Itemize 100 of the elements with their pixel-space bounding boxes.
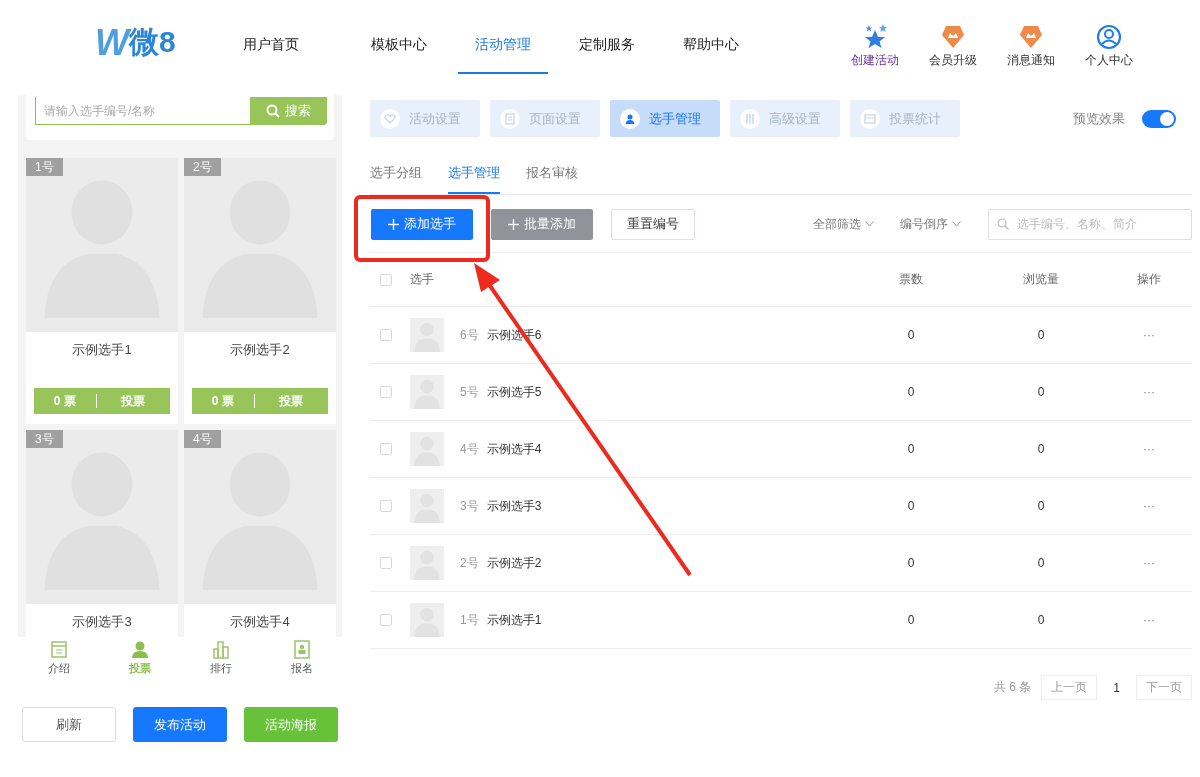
sub-tab[interactable]: 选手分组 [370,162,422,194]
refresh-button[interactable]: 刷新 [22,707,116,742]
search-icon [997,218,1009,230]
player-number: 6号 [460,326,479,344]
vote-count: 0 [907,328,915,342]
search-icon [266,104,280,118]
number-badge: 2号 [184,158,221,176]
view-count: 0 [1037,442,1045,456]
nav-link[interactable]: 模板中心 [347,11,451,74]
header-link[interactable]: 会员升级 [929,52,977,69]
badge-icon [1018,24,1044,50]
chevron-down-icon [865,221,874,227]
view-count: 0 [1037,556,1045,570]
badge-icon [940,24,966,50]
prev-page-button[interactable]: 上一页 [1041,675,1098,700]
search-field[interactable]: 请输入选手编号/名称 [35,97,250,125]
vote-count: 0 [907,442,915,456]
avatar-placeholder [410,546,444,580]
preview-switch[interactable] [1142,109,1176,128]
vote-count: 0 票 [210,392,235,410]
search-field[interactable]: 选手编号、名称、简介 [988,208,1192,240]
header-link[interactable]: 消息通知 [1007,52,1055,69]
avatar-placeholder [410,603,444,637]
view-count: 0 [1037,613,1045,627]
avatar-placeholder [410,375,444,409]
more-button[interactable]: ··· [1143,613,1155,627]
vote-count: 0 [907,499,915,513]
logo-text: 微8 [129,24,176,60]
vote-count: 0 [907,613,915,627]
checkbox[interactable] [380,500,392,512]
checkbox[interactable] [380,614,392,626]
view-count: 0 [1037,328,1045,342]
vote-count: 0 [907,556,915,570]
player-number: 4号 [460,440,479,458]
contestant-name: 示例选手1 [71,341,133,359]
more-button[interactable]: ··· [1143,442,1155,456]
checkbox[interactable] [380,557,392,569]
player-name: 示例选手3 [486,497,542,515]
next-page-button[interactable]: 下一页 [1136,675,1192,700]
contestant-name: 示例选手4 [229,613,291,631]
checkbox[interactable] [380,273,392,286]
player-number: 3号 [460,497,479,515]
player-number: 2号 [460,554,479,572]
toggle-label: 预览效果 [1073,109,1125,128]
nav-link[interactable]: 定制服务 [555,11,659,74]
player-name: 示例选手5 [486,383,542,401]
player-name: 示例选手1 [486,611,542,629]
bar-chart-icon [211,640,230,659]
view-count: 0 [1037,385,1045,399]
tab-label[interactable]: 报名 [290,661,313,676]
nav-link[interactable]: 用户首页 [243,11,299,74]
tools-icon [743,111,757,126]
tab-label[interactable]: 排行 [209,661,232,676]
avatar-placeholder [410,432,444,466]
player-name: 示例选手2 [486,554,542,572]
checkbox[interactable] [380,329,392,341]
tab-label[interactable]: 介绍 [47,661,70,676]
step-tab[interactable]: 选手管理 [610,100,720,137]
sub-tab[interactable]: 选手管理 [448,162,500,194]
number-badge: 3号 [26,430,63,448]
total-count: 共 6 条 [993,679,1032,696]
table-icon [863,111,877,126]
column-header: 选手 [410,271,434,288]
heart-icon [383,111,397,126]
publish-button[interactable]: 发布活动 [133,707,227,742]
reset-button[interactable]: 重置编号 [611,208,695,240]
header-link[interactable]: 创建活动 [851,52,899,69]
avatar-placeholder [410,318,444,352]
more-button[interactable]: ··· [1143,385,1155,399]
add-button[interactable]: 添加选手 [371,208,473,240]
user-icon [1096,24,1122,50]
filter-dropdown[interactable]: 编号倒序 [900,215,961,233]
id-card-icon [292,640,311,659]
chevron-down-icon [952,221,961,227]
nav-link[interactable]: 帮助中心 [659,11,763,74]
more-button[interactable]: ··· [1143,328,1155,342]
player-number: 1号 [460,611,479,629]
number-badge: 4号 [184,430,221,448]
nav-link[interactable]: 活动管理 [458,11,548,74]
checkbox[interactable] [380,443,392,455]
avatar-placeholder [410,489,444,523]
vote-count: 0 [907,385,915,399]
header-link[interactable]: 个人中心 [1085,52,1133,69]
more-button[interactable]: ··· [1143,556,1155,570]
column-header: 浏览量 [1023,271,1059,288]
vote-count: 0 票 [52,392,77,410]
sub-tab[interactable]: 报名审核 [526,162,578,194]
number-badge: 1号 [26,158,63,176]
contestant-name: 示例选手2 [229,341,291,359]
person-icon [130,640,149,659]
page-icon [503,111,517,126]
more-button[interactable]: ··· [1143,499,1155,513]
player-number: 5号 [460,383,479,401]
page-number[interactable]: 1 [1107,680,1126,695]
column-header: 票数 [899,271,923,288]
filter-dropdown[interactable]: 全部筛选 [813,215,874,233]
batch-add-button[interactable]: 批量添加 [491,208,593,240]
document-icon [49,640,68,659]
checkbox[interactable] [380,386,392,398]
view-count: 0 [1037,499,1045,513]
